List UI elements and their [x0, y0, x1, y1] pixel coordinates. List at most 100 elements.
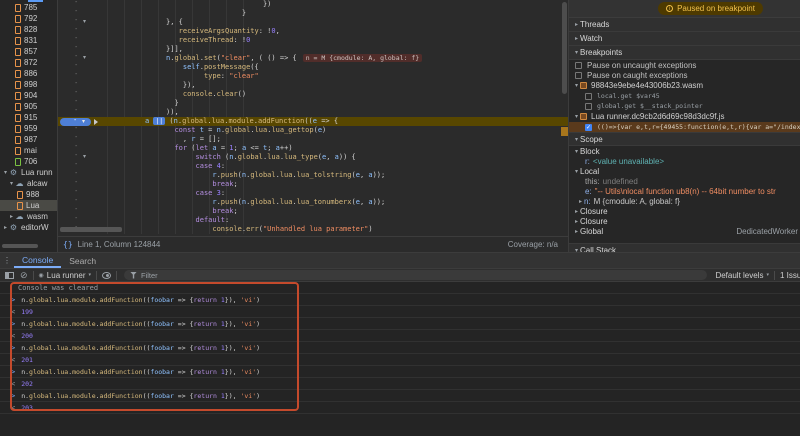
navigator-item[interactable]: 898: [0, 79, 57, 90]
code-line[interactable]: - r.push(n.global.lua.lua_tonumberx(e, a…: [58, 198, 568, 207]
fold-arrow-icon[interactable]: ▾: [83, 153, 86, 160]
navigator-item[interactable]: 792: [0, 13, 57, 24]
breakpoint-entry[interactable]: ✓(()=>{var e,t,r={49455:function(e,t,r){…: [569, 122, 800, 132]
breakpoint-file-group[interactable]: ▾Lua runner.dc9cb2d6d69c98d3dc9f.js: [569, 111, 800, 122]
chevron-down-icon[interactable]: ▾: [573, 113, 580, 120]
editor-horizontal-scrollbar[interactable]: [60, 227, 122, 232]
code-line[interactable]: - , r = [];: [58, 135, 568, 144]
code-line[interactable]: - case 3:: [58, 189, 568, 198]
code-line[interactable]: - for (let a = 1; a <= t; a++): [58, 144, 568, 153]
navigator-item[interactable]: ▸⚙editorW: [0, 222, 57, 233]
navigator-item[interactable]: ▾☁alcaw: [0, 178, 57, 189]
scrollbar-thumb[interactable]: [562, 2, 567, 94]
gutter[interactable]: -: [58, 198, 107, 207]
callstack-section-header[interactable]: ▾ Call Stack: [569, 243, 800, 252]
gutter[interactable]: -: [58, 162, 107, 171]
scope-group-row[interactable]: ▸Closure: [569, 216, 800, 226]
watch-section-header[interactable]: ▸ Watch: [569, 32, 800, 46]
chevron-down-icon[interactable]: ▾: [2, 169, 9, 176]
gutter[interactable]: -: [58, 99, 107, 108]
navigator-item[interactable]: 831: [0, 35, 57, 46]
gutter[interactable]: -: [58, 144, 107, 153]
gutter[interactable]: -▾: [58, 153, 107, 162]
chevron-down-icon[interactable]: ▾: [8, 180, 15, 187]
navigator-item[interactable]: 785: [0, 2, 57, 13]
code-line[interactable]: - receiveThread: !0: [58, 36, 568, 45]
navigator-item[interactable]: 915: [0, 112, 57, 123]
pretty-print-icon[interactable]: {}: [63, 240, 73, 249]
navigator-item[interactable]: mai: [0, 145, 57, 156]
chevron-right-icon[interactable]: ▸: [573, 208, 580, 215]
navigator-item[interactable]: 886: [0, 68, 57, 79]
breakpoint-checkbox[interactable]: [585, 103, 592, 110]
breakpoint-checkbox[interactable]: ✓: [585, 124, 592, 131]
pause-exception-row[interactable]: Pause on uncaught exceptions: [569, 60, 800, 70]
gutter[interactable]: -: [58, 108, 107, 117]
code-line[interactable]: -▾ n.global.set("clear", ( () => {n = M …: [58, 54, 568, 63]
navigator-item[interactable]: ▾⚙Lua runn: [0, 167, 57, 178]
code-line[interactable]: - break;: [58, 207, 568, 216]
gutter[interactable]: -: [58, 0, 107, 9]
code-line[interactable]: - r.push(n.global.lua.lua_tolstring(e, a…: [58, 171, 568, 180]
navigator-item[interactable]: 987: [0, 134, 57, 145]
scope-group-row[interactable]: ▸GlobalDedicatedWorker: [569, 226, 800, 236]
code-line[interactable]: - }]],: [58, 45, 568, 54]
chevron-right-icon[interactable]: ▸: [573, 228, 580, 235]
gutter[interactable]: -: [58, 63, 107, 72]
scope-group-row[interactable]: ▸Closure: [569, 206, 800, 216]
chevron-down-icon[interactable]: ▾: [573, 168, 580, 175]
chevron-right-icon[interactable]: ▸: [2, 224, 9, 231]
scope-group-row[interactable]: ▾Local: [569, 166, 800, 176]
pause-exception-row[interactable]: Pause on caught exceptions: [569, 70, 800, 80]
navigator-item[interactable]: 828: [0, 24, 57, 35]
code-area[interactable]: - })- }-▾ }, {- receiveArgsQuantity: !0,…: [58, 0, 568, 234]
checkbox[interactable]: [575, 62, 582, 69]
code-line[interactable]: - default:: [58, 216, 568, 225]
scope-group-row[interactable]: ▾Block: [569, 146, 800, 156]
gutter[interactable]: -▾: [58, 18, 107, 27]
chevron-down-icon[interactable]: ▾: [573, 148, 580, 155]
chevron-down-icon[interactable]: ▾: [573, 82, 580, 89]
breakpoint-file-group[interactable]: ▾98843e9ebe4e43006b23.wasm: [569, 80, 800, 91]
code-line[interactable]: - self.postMessage({: [58, 63, 568, 72]
scope-variable-row[interactable]: ▸n:M {cmodule: A, global: f}: [569, 196, 800, 206]
code-line[interactable]: - case 4:: [58, 162, 568, 171]
gutter[interactable]: -▾: [58, 117, 107, 126]
fold-arrow-icon[interactable]: ▾: [82, 118, 85, 125]
code-line[interactable]: - console.clear(): [58, 90, 568, 99]
code-line[interactable]: - receiveArgsQuantity: !0,: [58, 27, 568, 36]
navigator-item[interactable]: 872: [0, 57, 57, 68]
navigator-item[interactable]: 905: [0, 101, 57, 112]
editor-vertical-scrollbar[interactable]: [561, 0, 568, 236]
fold-arrow-icon[interactable]: ▾: [83, 54, 86, 61]
chevron-right-icon[interactable]: ▸: [573, 218, 580, 225]
navigator-item[interactable]: ▸☁wasm: [0, 211, 57, 222]
gutter[interactable]: -: [58, 171, 107, 180]
gutter[interactable]: -: [58, 216, 107, 225]
gutter[interactable]: -: [58, 180, 107, 189]
console-filter-input[interactable]: Filter: [124, 270, 707, 280]
breakpoint-entry[interactable]: local.get $var45: [569, 91, 800, 101]
tab-console[interactable]: Console: [14, 253, 61, 268]
code-line[interactable]: - break;: [58, 180, 568, 189]
code-line[interactable]: - }: [58, 99, 568, 108]
gutter[interactable]: -: [58, 9, 107, 18]
live-expression-eye-icon[interactable]: [102, 272, 111, 279]
console-sidebar-icon[interactable]: [5, 272, 14, 279]
scope-section-header[interactable]: ▾ Scope: [569, 132, 800, 146]
gutter[interactable]: -: [58, 36, 107, 45]
code-line[interactable]: - }: [58, 9, 568, 18]
chevron-right-icon[interactable]: ▸: [8, 213, 15, 220]
code-line[interactable]: - )),: [58, 108, 568, 117]
code-line[interactable]: - type: "clear": [58, 72, 568, 81]
paused-code-line[interactable]: -▾ a || (n.global.lua.module.addFunction…: [58, 117, 568, 126]
gutter[interactable]: -: [58, 81, 107, 90]
issues-counter[interactable]: 1 Issue: [780, 271, 800, 280]
code-line[interactable]: -▾ switch (n.global.lua.lua_type(e, a)) …: [58, 153, 568, 162]
navigator-item[interactable]: 959: [0, 123, 57, 134]
checkbox[interactable]: [575, 72, 582, 79]
navigator-item[interactable]: 857: [0, 46, 57, 57]
gutter[interactable]: -: [58, 45, 107, 54]
execution-context-selector[interactable]: ◉ Lua runner ▾: [39, 271, 91, 280]
clear-console-icon[interactable]: ⊘: [20, 271, 28, 280]
